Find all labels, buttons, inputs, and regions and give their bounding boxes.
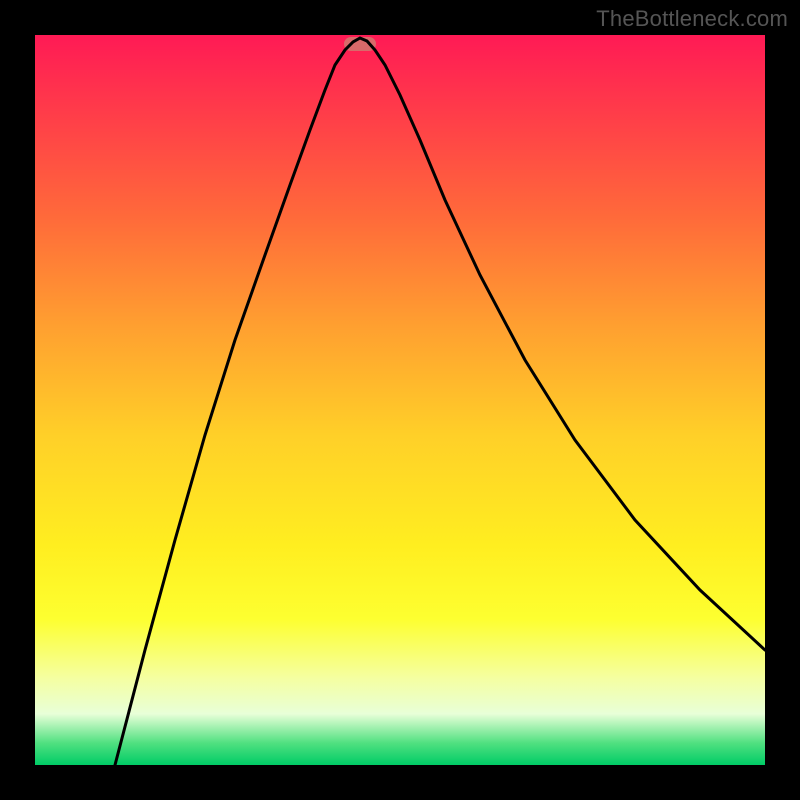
watermark-text: TheBottleneck.com <box>596 6 788 32</box>
chart-frame: TheBottleneck.com <box>0 0 800 800</box>
bottleneck-curve <box>115 38 765 765</box>
plot-area <box>35 35 765 765</box>
curve-svg <box>35 35 765 765</box>
